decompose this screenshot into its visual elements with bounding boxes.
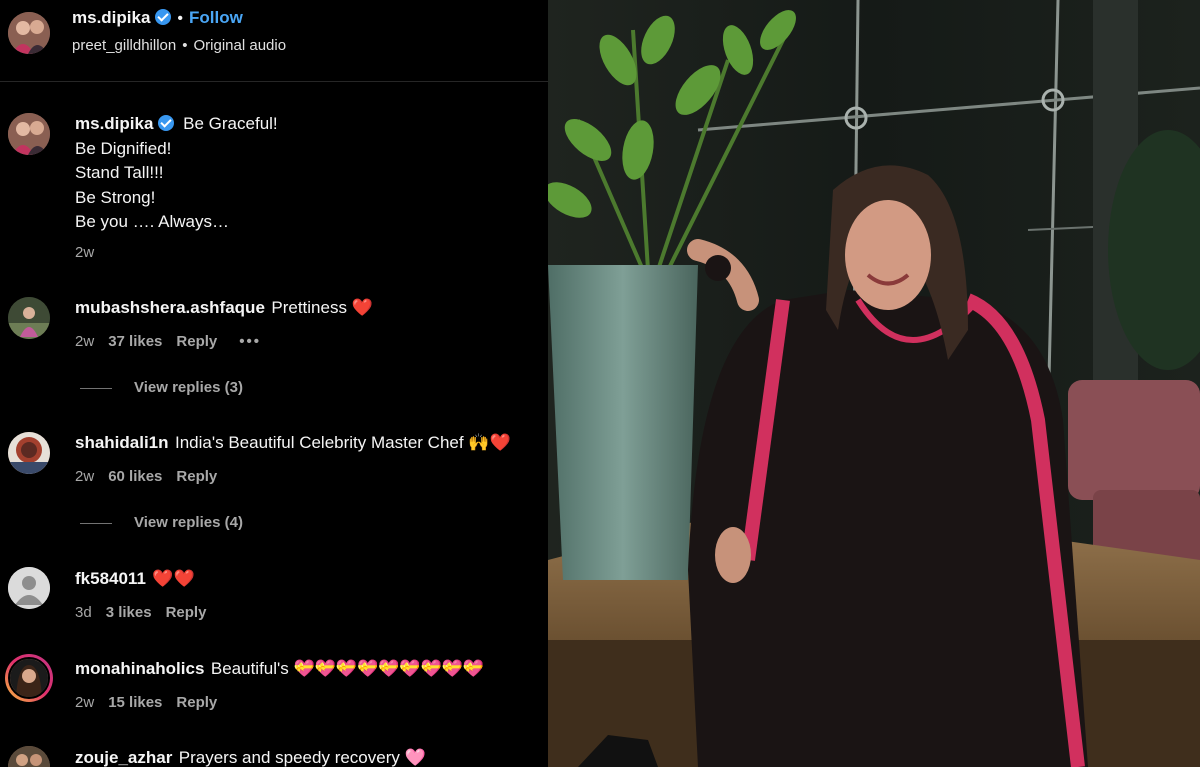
comment-meta: 2w 60 likes Reply	[75, 468, 231, 485]
commenter-avatar[interactable]	[8, 297, 50, 339]
reply-button[interactable]: Reply	[176, 468, 217, 485]
divider-line	[80, 522, 112, 524]
comment-meta: 2w 37 likes Reply •••	[75, 333, 261, 350]
audio-label[interactable]: Original audio	[194, 37, 287, 54]
comment-time: 2w	[75, 694, 95, 711]
commenter-avatar[interactable]	[8, 657, 50, 699]
comment-meta: 2w 15 likes Reply	[75, 694, 231, 711]
comment-item: fk584011 ❤️❤️	[75, 567, 195, 592]
post-image[interactable]	[548, 0, 1200, 767]
comment-item: monahinaholics Beautiful's 💝💝💝💝💝💝💝💝💝	[75, 657, 484, 682]
view-replies-button[interactable]: View replies (3)	[80, 379, 243, 396]
follow-button[interactable]: Follow	[189, 8, 243, 27]
reply-button[interactable]: Reply	[166, 604, 207, 621]
comment-username[interactable]: mubashshera.ashfaque	[75, 298, 265, 317]
caption-first-line: ms.dipika Be Graceful!	[75, 112, 535, 137]
reply-button[interactable]: Reply	[176, 333, 217, 350]
comment-time: 3d	[75, 604, 92, 621]
divider-line	[80, 387, 112, 389]
comment-text: Prettiness ❤️	[271, 298, 373, 317]
author-username[interactable]: ms.dipika	[72, 8, 150, 27]
caption-line: Be Graceful!	[183, 114, 278, 133]
post-header: ms.dipika • Follow preet_gilldhillon • Origi…	[0, 0, 548, 82]
view-replies-label: View replies (4)	[134, 514, 243, 531]
comment-username[interactable]: shahidali1n	[75, 433, 169, 452]
caption-line: Stand Tall!!!	[75, 163, 164, 182]
comment-likes[interactable]: 15 likes	[108, 694, 162, 711]
audio-user[interactable]: preet_gilldhillon	[72, 37, 176, 54]
default-avatar-icon[interactable]	[8, 567, 50, 609]
verified-badge-icon	[155, 9, 172, 25]
comment-text: ❤️❤️	[152, 569, 195, 588]
post-author-line: ms.dipika • Follow	[72, 8, 243, 28]
audio-line: preet_gilldhillon • Original audio	[72, 37, 286, 54]
more-options-icon[interactable]: •••	[239, 333, 261, 350]
comments-panel: ms.dipika • Follow preet_gilldhillon • Origi…	[0, 0, 548, 767]
caption-line: Be Dignified!	[75, 138, 172, 158]
caption-avatar[interactable]	[8, 113, 50, 155]
comment-text: Prayers and speedy recovery 🩷	[178, 748, 426, 767]
verified-badge-icon	[158, 115, 175, 131]
reply-button[interactable]: Reply	[176, 694, 217, 711]
comment-likes[interactable]: 3 likes	[106, 604, 152, 621]
comment-item: shahidali1n India's Beautiful Celebrity …	[75, 431, 511, 456]
comment-meta: 3d 3 likes Reply	[75, 604, 220, 621]
comment-username[interactable]: fk584011	[75, 569, 146, 588]
separator-dot: •	[182, 37, 188, 54]
view-replies-button[interactable]: View replies (4)	[80, 514, 243, 531]
post-photo	[548, 0, 1200, 767]
separator-dot: •	[177, 10, 184, 27]
comment-text: Beautiful's 💝💝💝💝💝💝💝💝💝	[210, 659, 485, 678]
caption-line: Be Strong!	[75, 187, 156, 207]
comment-username[interactable]: monahinaholics	[75, 659, 204, 678]
caption-username[interactable]: ms.dipika	[75, 114, 153, 133]
caption-line: Be you …. Always…	[75, 212, 230, 231]
view-replies-label: View replies (3)	[134, 379, 243, 396]
comment-text: India's Beautiful Celebrity Master Chef …	[174, 433, 511, 452]
comment-time: 2w	[75, 333, 95, 350]
comment-time: 2w	[75, 468, 95, 485]
comment-item: zouje_azhar Prayers and speedy recovery …	[75, 746, 426, 767]
comment-item: mubashshera.ashfaque Prettiness ❤️	[75, 296, 373, 321]
comment-username[interactable]: zouje_azhar	[75, 748, 172, 767]
commenter-avatar[interactable]	[8, 746, 50, 767]
comment-likes[interactable]: 60 likes	[108, 468, 162, 485]
caption-block: ms.dipika Be Graceful! Be Dignified! Sta…	[75, 112, 535, 261]
comment-likes[interactable]: 37 likes	[108, 333, 162, 350]
author-avatar[interactable]	[8, 12, 50, 54]
caption-time: 2w	[75, 243, 95, 261]
commenter-avatar[interactable]	[8, 432, 50, 474]
